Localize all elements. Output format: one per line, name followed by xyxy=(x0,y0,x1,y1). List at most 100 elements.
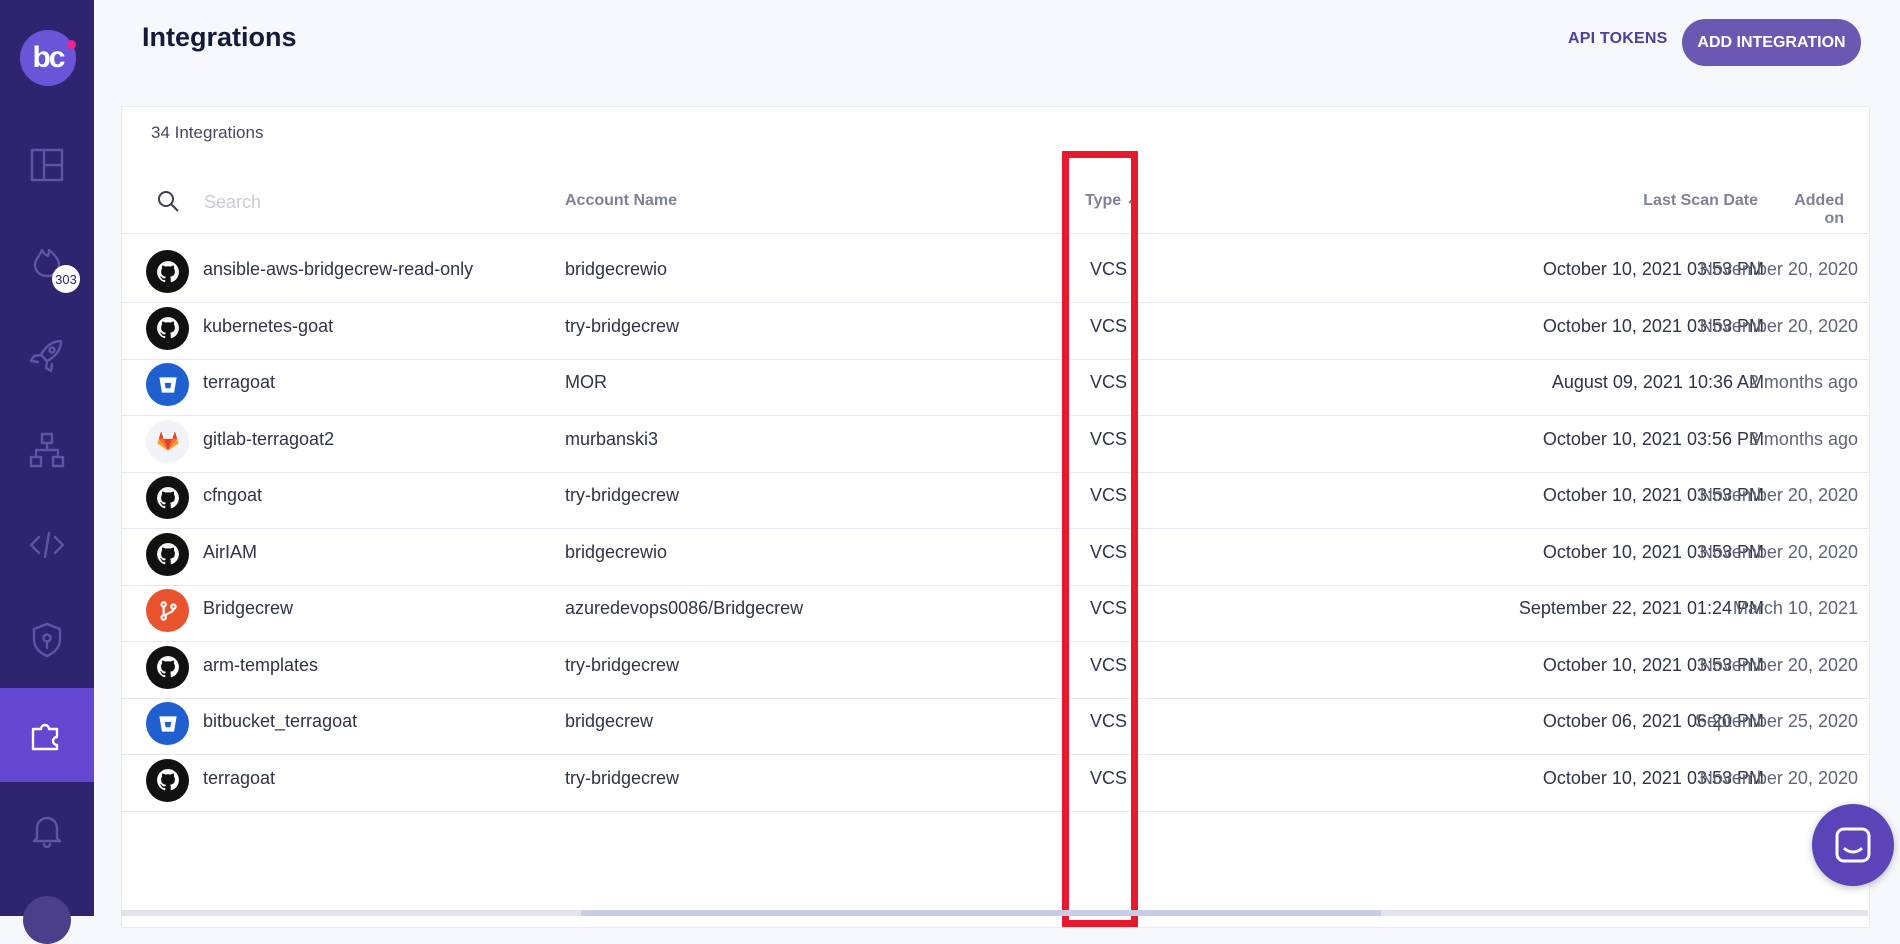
table-header: Account Name Type Last Scan Date Added o… xyxy=(122,169,1869,234)
added-on-date: November 20, 2020 xyxy=(1699,315,1858,336)
column-header-added-on[interactable]: Added on xyxy=(1772,192,1844,228)
account-name: murbanski3 xyxy=(565,428,659,449)
shield-icon xyxy=(32,622,62,658)
integration-name[interactable]: arm-templates xyxy=(203,655,318,676)
integration-name[interactable]: Bridgecrew xyxy=(203,598,293,619)
bridgecrew-logo[interactable]: bc xyxy=(20,30,76,86)
sidebar-item-integrations[interactable] xyxy=(0,688,94,782)
sidebar-item-resources[interactable] xyxy=(0,403,94,497)
account-name: azuredevops0086/Bridgecrew xyxy=(565,598,804,618)
user-avatar[interactable] xyxy=(23,896,71,944)
column-header-type[interactable]: Type xyxy=(1085,192,1139,210)
added-on-date: 2 months ago xyxy=(1748,372,1858,392)
integration-type: VCS xyxy=(1090,767,1128,788)
code-icon xyxy=(29,531,65,559)
dashboard-grid-icon xyxy=(30,148,64,182)
integration-type: VCS xyxy=(1090,711,1128,731)
provider-avatar xyxy=(146,702,189,745)
api-tokens-link[interactable]: API TOKENS xyxy=(1568,30,1668,48)
github-icon xyxy=(156,486,179,508)
added-on-date: November 20, 2020 xyxy=(1699,541,1858,562)
puzzle-icon xyxy=(31,723,59,751)
provider-avatar xyxy=(146,532,189,576)
sidebar-item-code[interactable] xyxy=(0,498,94,592)
column-header-type-label: Type xyxy=(1085,192,1122,209)
github-icon xyxy=(156,260,179,282)
provider-avatar xyxy=(146,589,189,632)
sidebar: bc 303 xyxy=(0,0,94,944)
integration-name[interactable]: cfngoat xyxy=(203,485,262,506)
bell-icon xyxy=(32,816,62,849)
account-name: try-bridgecrew xyxy=(565,485,680,505)
integration-type: VCS xyxy=(1090,654,1128,675)
account-name: try-bridgecrew xyxy=(565,315,680,336)
azure-repos-icon xyxy=(159,600,177,621)
integration-name[interactable]: AirIAM xyxy=(203,542,257,563)
integration-type: VCS xyxy=(1090,315,1128,336)
provider-avatar xyxy=(146,250,189,293)
logo-dot xyxy=(67,40,76,49)
sidebar-item-incidents[interactable]: 303 xyxy=(0,213,94,307)
integration-type: VCS xyxy=(1090,259,1128,279)
provider-avatar xyxy=(146,419,189,463)
provider-avatar xyxy=(146,363,189,406)
bitbucket-icon xyxy=(158,715,177,732)
added-on-date: 3 months ago xyxy=(1748,428,1858,449)
page-title: Integrations xyxy=(142,22,297,52)
integration-type: VCS xyxy=(1090,485,1128,505)
account-name: MOR xyxy=(565,372,607,392)
integration-name[interactable]: bitbucket_terragoat xyxy=(203,711,357,732)
search-icon xyxy=(158,191,179,212)
integration-type: VCS xyxy=(1090,372,1128,392)
github-icon xyxy=(156,317,179,339)
account-name: bridgecrewio xyxy=(565,259,668,279)
provider-avatar xyxy=(146,306,189,350)
integration-name[interactable]: ansible-aws-bridgecrew-read-only xyxy=(203,259,473,280)
table-row[interactable]: terragoat try-bridgecrew VCS October 10, 20… xyxy=(122,743,1869,812)
sidebar-item-getting-started[interactable] xyxy=(0,308,94,402)
account-name: try-bridgecrew xyxy=(565,654,680,675)
added-on-date: November 20, 2020 xyxy=(1699,654,1858,675)
integration-type: VCS xyxy=(1090,598,1128,618)
rocket-icon xyxy=(29,339,63,373)
chat-support-button[interactable] xyxy=(1812,804,1894,886)
account-name: try-bridgecrew xyxy=(565,767,680,788)
scrollbar-thumb[interactable] xyxy=(581,910,1381,916)
sidebar-item-notifications[interactable] xyxy=(0,783,94,877)
integration-name[interactable]: terragoat xyxy=(203,768,275,789)
integration-name[interactable]: terragoat xyxy=(203,372,275,393)
github-icon xyxy=(156,769,179,791)
integration-name[interactable]: gitlab-terragoat2 xyxy=(203,429,334,450)
logo-text: bc xyxy=(32,41,65,74)
added-on-date: November 20, 2020 xyxy=(1699,767,1858,788)
integration-type: VCS xyxy=(1090,541,1128,562)
integration-type: VCS xyxy=(1090,428,1128,449)
provider-avatar xyxy=(146,645,189,689)
chat-icon xyxy=(1835,827,1871,863)
hierarchy-icon xyxy=(29,432,65,468)
added-on-date: November 20, 2020 xyxy=(1699,485,1858,505)
sort-ascending-chevron-icon xyxy=(1128,197,1138,204)
github-icon xyxy=(156,543,179,565)
account-name: bridgecrew xyxy=(565,711,654,731)
provider-avatar xyxy=(146,476,189,519)
sidebar-item-policies[interactable] xyxy=(0,593,94,687)
account-name: bridgecrewio xyxy=(565,541,668,562)
bitbucket-icon xyxy=(158,376,177,393)
incidents-count-badge: 303 xyxy=(52,265,80,293)
search-input[interactable] xyxy=(202,187,526,217)
integration-name[interactable]: kubernetes-goat xyxy=(203,316,333,337)
sidebar-item-dashboard[interactable] xyxy=(0,118,94,212)
gitlab-icon xyxy=(156,432,179,451)
column-header-last-scan-date[interactable]: Last Scan Date xyxy=(1532,192,1758,210)
column-header-account-name[interactable]: Account Name xyxy=(565,192,677,210)
added-on-date: November 20, 2020 xyxy=(1699,259,1858,279)
added-on-date: September 25, 2020 xyxy=(1694,711,1858,731)
provider-avatar xyxy=(146,758,189,802)
integrations-panel: 34 Integrations Account Name Type Last S… xyxy=(121,106,1870,928)
integrations-count: 34 Integrations xyxy=(151,123,264,142)
horizontal-scrollbar[interactable] xyxy=(121,910,1868,916)
added-on-date: March 10, 2021 xyxy=(1732,598,1858,618)
github-icon xyxy=(156,656,179,678)
add-integration-button[interactable]: ADD INTEGRATION xyxy=(1682,19,1861,66)
